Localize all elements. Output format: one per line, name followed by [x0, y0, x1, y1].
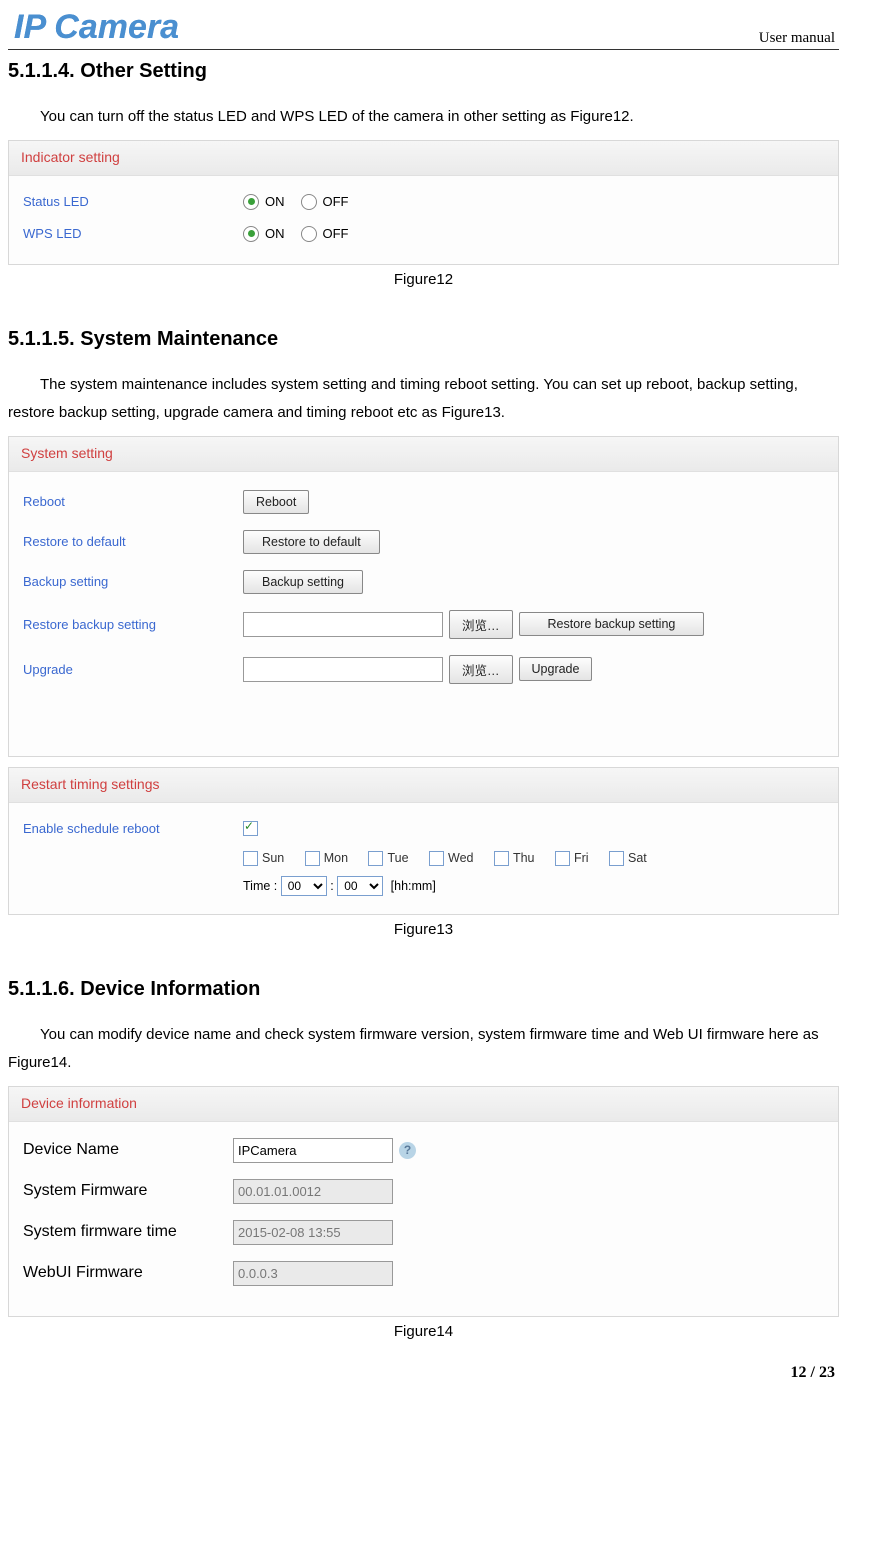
time-label: Time :	[243, 879, 277, 893]
label-backup-setting: Backup setting	[23, 574, 243, 589]
day-fri-label: Fri	[574, 851, 589, 865]
row-status-led: Status LED ON OFF	[23, 186, 824, 218]
radio-label-off: OFF	[323, 194, 349, 209]
heading-device-information: 5.1.1.6. Device Information	[8, 978, 839, 1001]
page-number: 12 / 23	[8, 1364, 839, 1382]
day-mon-label: Mon	[324, 851, 348, 865]
logo: IP Camera	[8, 8, 179, 47]
row-wps-led: WPS LED ON OFF	[23, 218, 824, 250]
day-thu-label: Thu	[513, 851, 535, 865]
para-system-maintenance: The system maintenance includes system s…	[8, 371, 839, 428]
time-hint: [hh:mm]	[391, 879, 436, 893]
panel-title: Indicator setting	[9, 141, 838, 176]
webui-firmware-field	[233, 1261, 393, 1286]
restore-default-button[interactable]: Restore to default	[243, 530, 380, 554]
label-status-led: Status LED	[23, 194, 243, 209]
panel-title: Restart timing settings	[9, 768, 838, 803]
radio-wps-on[interactable]	[243, 226, 259, 242]
browse-button-2[interactable]: 浏览…	[449, 655, 513, 684]
page-header: IP Camera User manual	[8, 8, 839, 50]
hour-select[interactable]: 00	[281, 876, 327, 896]
radio-label-on: ON	[265, 226, 285, 241]
label-reboot: Reboot	[23, 494, 243, 509]
radio-status-off[interactable]	[301, 194, 317, 210]
day-tue-checkbox[interactable]	[368, 851, 383, 866]
panel-title: System setting	[9, 437, 838, 472]
label-system-firmware: System Firmware	[23, 1182, 233, 1200]
day-tue-label: Tue	[387, 851, 408, 865]
heading-other-setting: 5.1.1.4. Other Setting	[8, 60, 839, 83]
label-restore-backup: Restore backup setting	[23, 617, 243, 632]
label-wps-led: WPS LED	[23, 226, 243, 241]
doc-title: User manual	[759, 30, 839, 47]
system-setting-panel: System setting Reboot Reboot Restore to …	[8, 436, 839, 757]
day-wed-checkbox[interactable]	[429, 851, 444, 866]
day-sun-checkbox[interactable]	[243, 851, 258, 866]
restart-timing-panel: Restart timing settings Enable schedule …	[8, 767, 839, 915]
label-upgrade: Upgrade	[23, 662, 243, 677]
browse-button-1[interactable]: 浏览…	[449, 610, 513, 639]
days-row: Sun Mon Tue Wed Thu Fri Sat	[23, 850, 824, 868]
time-row: Time : 00 : 00 [hh:mm]	[23, 876, 824, 896]
heading-system-maintenance: 5.1.1.5. System Maintenance	[8, 328, 839, 351]
label-restore-default: Restore to default	[23, 534, 243, 549]
backup-setting-button[interactable]: Backup setting	[243, 570, 363, 594]
upgrade-button[interactable]: Upgrade	[519, 657, 593, 681]
reboot-button[interactable]: Reboot	[243, 490, 309, 514]
help-icon[interactable]: ?	[399, 1142, 416, 1159]
day-thu-checkbox[interactable]	[494, 851, 509, 866]
caption-figure13: Figure13	[8, 921, 839, 938]
radio-status-on[interactable]	[243, 194, 259, 210]
radio-label-on: ON	[265, 194, 285, 209]
caption-figure12: Figure12	[8, 271, 839, 288]
day-wed-label: Wed	[448, 851, 473, 865]
restore-backup-path-input[interactable]	[243, 612, 443, 637]
upgrade-path-input[interactable]	[243, 657, 443, 682]
indicator-setting-panel: Indicator setting Status LED ON OFF WPS …	[8, 140, 839, 265]
enable-schedule-checkbox[interactable]	[243, 821, 258, 836]
radio-wps-off[interactable]	[301, 226, 317, 242]
label-device-name: Device Name	[23, 1141, 233, 1159]
restore-backup-button[interactable]: Restore backup setting	[519, 612, 705, 636]
minute-select[interactable]: 00	[337, 876, 383, 896]
radio-label-off: OFF	[323, 226, 349, 241]
day-mon-checkbox[interactable]	[305, 851, 320, 866]
system-firmware-time-field	[233, 1220, 393, 1245]
day-fri-checkbox[interactable]	[555, 851, 570, 866]
system-firmware-field	[233, 1179, 393, 1204]
label-webui-firmware: WebUI Firmware	[23, 1264, 233, 1282]
label-system-firmware-time: System firmware time	[23, 1223, 233, 1241]
day-sat-label: Sat	[628, 851, 647, 865]
label-enable-schedule-reboot: Enable schedule reboot	[23, 821, 243, 836]
para-device-information: You can modify device name and check sys…	[8, 1021, 839, 1078]
device-name-input[interactable]	[233, 1138, 393, 1163]
day-sat-checkbox[interactable]	[609, 851, 624, 866]
para-other-setting: You can turn off the status LED and WPS …	[8, 103, 839, 132]
panel-title: Device information	[9, 1087, 838, 1122]
day-sun-label: Sun	[262, 851, 284, 865]
caption-figure14: Figure14	[8, 1323, 839, 1340]
device-information-panel: Device information Device Name ? System …	[8, 1086, 839, 1317]
